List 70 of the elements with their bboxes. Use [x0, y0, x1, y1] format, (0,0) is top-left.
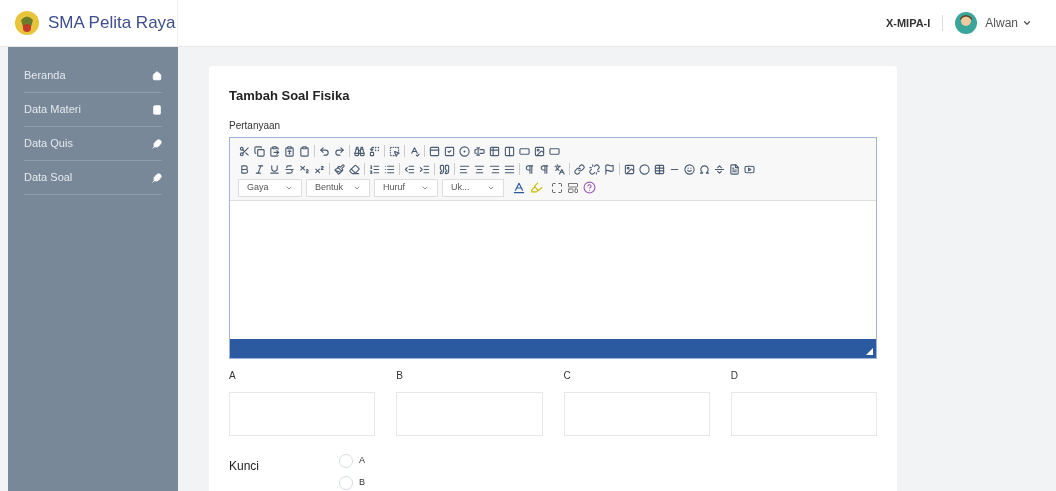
- option-label: A: [229, 368, 237, 383]
- brush-icon[interactable]: [333, 162, 346, 176]
- omega-icon[interactable]: [698, 162, 711, 176]
- image-button-icon[interactable]: [533, 144, 546, 158]
- clipboard-icon[interactable]: [298, 144, 311, 158]
- quote-icon[interactable]: [438, 162, 451, 176]
- format-dropdown[interactable]: Uk...: [442, 178, 504, 197]
- flag-icon[interactable]: [603, 162, 616, 176]
- format-dropdown[interactable]: Gaya: [238, 178, 302, 197]
- user-avatar: [955, 12, 978, 34]
- answer-input-field[interactable]: [563, 391, 710, 436]
- form-icon[interactable]: [428, 144, 441, 158]
- paste-icon[interactable]: [268, 144, 281, 158]
- smiley-icon[interactable]: [683, 162, 696, 176]
- link-icon[interactable]: [573, 162, 586, 176]
- help-icon[interactable]: [583, 181, 596, 194]
- home-icon: [152, 70, 162, 81]
- table-icon[interactable]: [653, 162, 666, 176]
- brand-name[interactable]: SMA Pelita Raya: [48, 10, 176, 36]
- user-menu[interactable]: Alwan: [985, 14, 1032, 32]
- book-icon: [152, 104, 162, 115]
- paste-text-icon[interactable]: [283, 144, 296, 158]
- maximize-icon[interactable]: [551, 181, 563, 194]
- numbered-list-icon[interactable]: [368, 162, 381, 176]
- answer-input-field[interactable]: [396, 391, 543, 436]
- format-dropdown[interactable]: Huruf: [374, 178, 438, 197]
- text-color-icon[interactable]: [512, 180, 526, 195]
- page-break-icon[interactable]: [713, 162, 726, 176]
- eraser-icon[interactable]: [348, 162, 361, 176]
- document-icon[interactable]: [728, 162, 741, 176]
- answer-input-field[interactable]: [730, 391, 877, 436]
- feather-icon: [152, 138, 162, 149]
- binoculars-icon[interactable]: [353, 144, 366, 158]
- circle-icon[interactable]: [638, 162, 651, 176]
- option-label: C: [563, 368, 572, 383]
- checkbox-icon[interactable]: [443, 144, 456, 158]
- rtl-icon[interactable]: [538, 162, 551, 176]
- copy-icon[interactable]: [253, 144, 266, 158]
- cut-icon[interactable]: [238, 144, 251, 158]
- class-name: X-MIPA-I: [885, 14, 944, 32]
- field-label: Pertanyaan: [229, 118, 282, 133]
- caret-icon: [1022, 18, 1032, 28]
- bold-icon[interactable]: [238, 162, 251, 176]
- undo-icon[interactable]: [318, 144, 331, 158]
- underline-icon[interactable]: [268, 162, 281, 176]
- text-field-icon[interactable]: [473, 144, 486, 158]
- spellcheck-icon[interactable]: [408, 144, 421, 158]
- resize-grip-icon[interactable]: [866, 347, 873, 355]
- replace-icon[interactable]: [368, 144, 381, 158]
- select-all-icon[interactable]: [388, 144, 401, 158]
- ltr-icon[interactable]: [523, 162, 536, 176]
- option-label: B: [396, 368, 404, 383]
- language-icon[interactable]: [553, 162, 566, 176]
- italic-icon[interactable]: [253, 162, 266, 176]
- school-logo-icon: [14, 10, 40, 36]
- textarea-icon[interactable]: [488, 144, 501, 158]
- form-title: Tambah Soal Fisika: [229, 87, 351, 105]
- strikethrough-icon[interactable]: [283, 162, 296, 176]
- image-icon[interactable]: [623, 162, 636, 176]
- radio-label: A: [359, 453, 365, 467]
- feather-icon: [152, 172, 162, 183]
- answer-input-field[interactable]: [229, 391, 376, 436]
- option-label: D: [730, 368, 739, 383]
- key-label: Kunci: [229, 457, 261, 475]
- radio-label: B: [359, 475, 365, 489]
- blocks-icon[interactable]: [567, 181, 579, 194]
- unlink-icon[interactable]: [588, 162, 601, 176]
- format-dropdown[interactable]: Bentuk: [306, 178, 370, 197]
- redo-icon[interactable]: [333, 144, 346, 158]
- radio-icon[interactable]: [458, 144, 471, 158]
